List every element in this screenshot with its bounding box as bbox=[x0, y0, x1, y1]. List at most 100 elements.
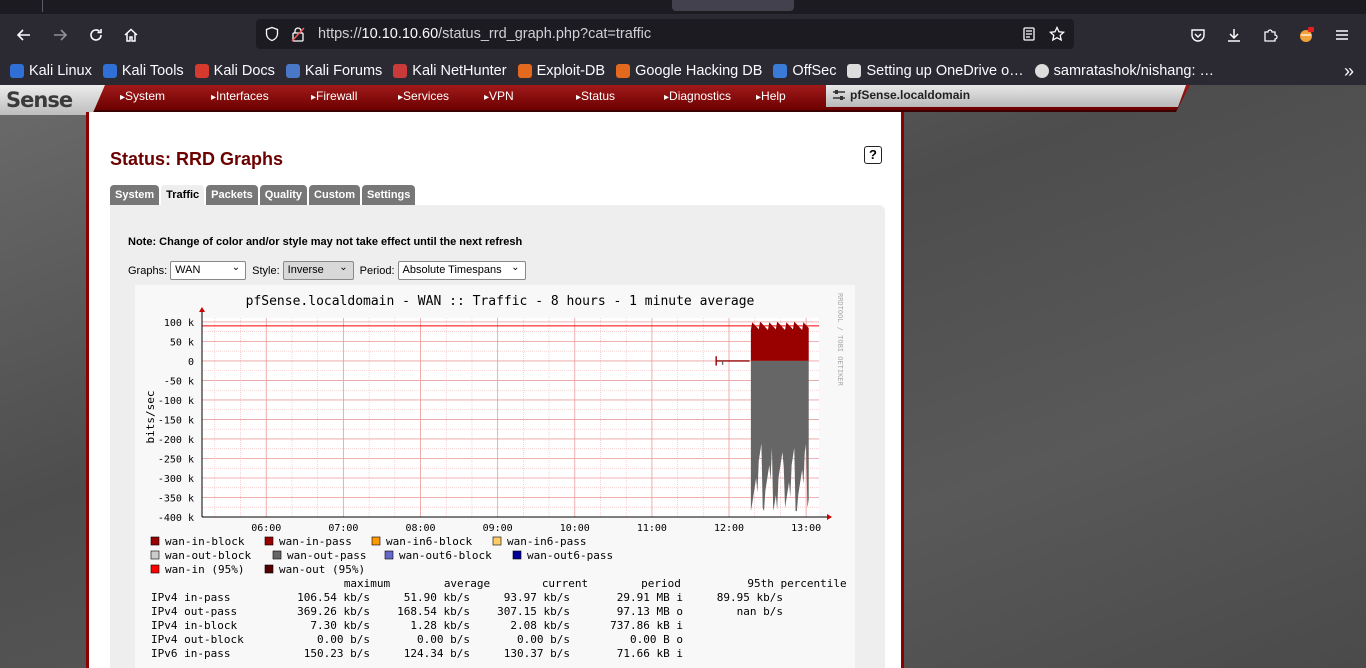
pocket-icon bbox=[1191, 29, 1205, 42]
stats-cell: 0.00 B o bbox=[630, 633, 683, 646]
legend-label: wan-out6-block bbox=[399, 549, 492, 562]
stats-cell: 150.23 b/s bbox=[304, 647, 370, 660]
insecure-lock-icon[interactable] bbox=[290, 26, 306, 42]
bookmark-kali-forums[interactable]: Kali Forums bbox=[285, 63, 382, 79]
bookmark-kali-docs[interactable]: Kali Docs bbox=[194, 63, 275, 79]
web-content: System Interfaces Firewall Services VPN … bbox=[0, 85, 1366, 668]
bookmark-offsec[interactable]: OffSec bbox=[773, 63, 836, 79]
bookmark-label: Google Hacking DB bbox=[635, 62, 763, 79]
y-tick-label: -150 k bbox=[158, 415, 194, 426]
ghdb-icon bbox=[616, 63, 631, 78]
tab-custom[interactable]: Custom bbox=[309, 185, 360, 205]
menu-interfaces[interactable]: Interfaces bbox=[211, 89, 269, 103]
bookmark-label: Exploit-DB bbox=[536, 62, 606, 79]
menu-services[interactable]: Services bbox=[398, 89, 449, 103]
period-value: Absolute Timespans bbox=[402, 264, 502, 276]
menu-system[interactable]: System bbox=[120, 89, 165, 103]
rrd-tabs: System Traffic Packets Quality Custom Se… bbox=[110, 185, 417, 205]
puzzle-icon bbox=[1264, 29, 1278, 42]
bookmark-google-hacking-db[interactable]: Google Hacking DB bbox=[616, 63, 762, 79]
stats-cell: 71.66 kB i bbox=[617, 647, 683, 660]
stats-cell: 7.30 kb/s bbox=[310, 619, 370, 632]
bookmark-label: Kali Tools bbox=[121, 62, 184, 79]
forward-button[interactable] bbox=[46, 21, 74, 49]
chevron-down-icon: ⌄ bbox=[339, 262, 348, 273]
stats-cell: 51.90 kb/s bbox=[404, 591, 470, 604]
plot-area bbox=[202, 318, 819, 517]
hostname: pfSense.localdomain bbox=[850, 88, 971, 102]
bookmark-label: samratashok/nishang: … bbox=[1053, 62, 1215, 79]
tab-settings[interactable]: Settings bbox=[362, 185, 416, 205]
menu-vpn[interactable]: VPN bbox=[484, 89, 514, 103]
y-tick-label: -100 k bbox=[158, 396, 194, 407]
tab-panel: Note: Change of color and/or style may n… bbox=[110, 205, 885, 668]
pfsense-logo[interactable]: Sense bbox=[0, 85, 105, 115]
style-select[interactable]: Inverse ⌄ bbox=[282, 261, 354, 280]
back-arrow-icon bbox=[16, 29, 30, 41]
tab-packets[interactable]: Packets bbox=[206, 185, 258, 205]
menu-diagnostics[interactable]: Diagnostics bbox=[664, 89, 731, 103]
menu-status[interactable]: Status bbox=[576, 89, 615, 103]
extensions-button[interactable] bbox=[1256, 21, 1284, 49]
rrd-graph-svg: pfSense.localdomain - WAN :: Traffic - 8… bbox=[144, 293, 847, 660]
navigation-toolbar: https://10.10.10.60/status_rrd_graph.php… bbox=[0, 14, 1366, 56]
pocket-button[interactable] bbox=[1184, 21, 1212, 49]
rrd-traffic-graph: pfSense.localdomain - WAN :: Traffic - 8… bbox=[135, 285, 855, 668]
y-axis-arrow bbox=[199, 307, 205, 312]
refresh-note: Note: Change of color and/or style may n… bbox=[128, 236, 523, 248]
help-icon[interactable]: ? bbox=[864, 146, 882, 164]
bookmark-label: Kali NetHunter bbox=[412, 62, 507, 79]
stats-cell: 737.86 kB i bbox=[610, 619, 683, 632]
offsec-icon bbox=[773, 63, 788, 78]
legend-swatch bbox=[264, 564, 274, 574]
back-button[interactable] bbox=[10, 21, 38, 49]
y-tick-label: -200 k bbox=[158, 435, 194, 446]
stats-cell: 130.37 b/s bbox=[504, 647, 570, 660]
more-bookmarks-chevron-icon[interactable]: » bbox=[1344, 61, 1354, 82]
x-tick-label: 07:00 bbox=[328, 523, 358, 534]
period-select[interactable]: Absolute Timespans ⌄ bbox=[397, 261, 526, 280]
menu-help[interactable]: Help bbox=[756, 89, 786, 103]
stats-cell: 124.34 b/s bbox=[404, 647, 470, 660]
stats-header: average bbox=[444, 577, 490, 590]
stats-cell: 0.00 b/s bbox=[317, 633, 370, 646]
y-tick-label: 100 k bbox=[164, 318, 194, 329]
forward-arrow-icon bbox=[54, 29, 68, 41]
bookmark-star-icon[interactable] bbox=[1049, 26, 1065, 42]
bookmark-label: OffSec bbox=[792, 62, 837, 79]
bookmark-kali-nethunter[interactable]: Kali NetHunter bbox=[393, 62, 507, 79]
bookmark-exploit-db[interactable]: Exploit-DB bbox=[517, 62, 606, 79]
bookmark-kali-linux[interactable]: Kali Linux bbox=[10, 63, 92, 79]
legend-swatch bbox=[371, 536, 381, 546]
home-button[interactable] bbox=[117, 21, 145, 49]
bookmark-onedrive[interactable]: Setting up OneDrive o… bbox=[847, 63, 1024, 79]
stats-cell: 0.00 b/s bbox=[417, 633, 470, 646]
legend-swatch bbox=[512, 550, 522, 560]
url-path: /status_rrd_graph.php?cat=traffic bbox=[438, 26, 652, 42]
graphs-select[interactable]: WAN ⌄ bbox=[170, 261, 247, 280]
legend-swatch bbox=[150, 536, 160, 546]
tab-quality[interactable]: Quality bbox=[259, 185, 308, 205]
url-bar[interactable]: https://10.10.10.60/status_rrd_graph.php… bbox=[256, 19, 1074, 49]
url-text[interactable]: https://10.10.10.60/status_rrd_graph.php… bbox=[318, 26, 651, 42]
tab-traffic[interactable]: Traffic bbox=[161, 185, 205, 205]
stats-row-label: IPv4 in-pass bbox=[151, 591, 230, 604]
kali-forums-icon bbox=[285, 63, 300, 78]
shield-icon[interactable] bbox=[264, 26, 280, 42]
reader-view-icon[interactable] bbox=[1021, 26, 1037, 42]
menu-firewall[interactable]: Firewall bbox=[311, 89, 357, 103]
legend-label: wan-out (95%) bbox=[279, 563, 365, 576]
bookmark-nishang[interactable]: samratashok/nishang: … bbox=[1034, 62, 1215, 79]
bookmark-kali-tools[interactable]: Kali Tools bbox=[102, 62, 184, 79]
tab-system[interactable]: System bbox=[110, 185, 160, 205]
hamburger-menu-icon bbox=[1336, 30, 1348, 40]
chevron-down-icon: ⌄ bbox=[231, 262, 241, 273]
reload-button[interactable] bbox=[82, 21, 110, 49]
downloads-button[interactable] bbox=[1220, 21, 1248, 49]
app-menu-button[interactable] bbox=[1328, 21, 1356, 49]
extension-button[interactable] bbox=[1292, 21, 1320, 49]
stats-row-label: IPv4 in-block bbox=[151, 619, 237, 632]
active-browser-tab[interactable] bbox=[672, 0, 794, 11]
chevron-down-icon: ⌄ bbox=[511, 262, 520, 273]
url-host: 10.10.10.60 bbox=[361, 26, 439, 42]
